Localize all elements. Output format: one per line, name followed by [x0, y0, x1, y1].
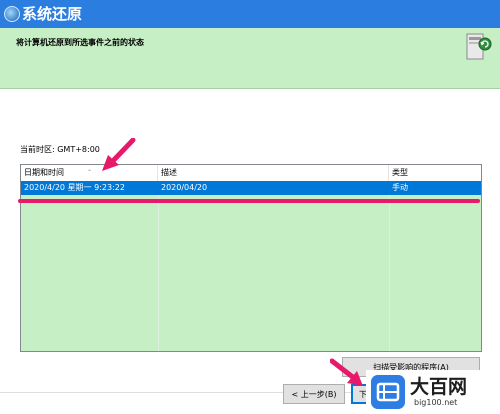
restore-points-table[interactable]: 日期和时间 ⌄ 描述 类型 2020/4/20 星期一 9:23:22 2020… [20, 164, 482, 352]
watermark-logo-icon [371, 375, 405, 409]
system-restore-icon [4, 6, 20, 22]
table-row[interactable]: 2020/4/20 星期一 9:23:22 2020/04/20 手动 [21, 181, 481, 195]
column-header-type[interactable]: 类型 [389, 165, 481, 181]
cell-datetime: 2020/4/20 星期一 9:23:22 [24, 183, 125, 192]
column-header-datetime[interactable]: 日期和时间 ⌄ [21, 165, 158, 181]
header-instruction: 将计算机还原到所选事件之前的状态 [16, 38, 144, 47]
annotation-arrow-icon [102, 138, 136, 171]
cell-type: 手动 [392, 183, 408, 192]
watermark: 大百网 big100.net [366, 370, 500, 414]
column-divider [158, 195, 159, 351]
column-header-description[interactable]: 描述 [158, 165, 389, 181]
timezone-label: 当前时区: GMT+8:00 [20, 145, 100, 154]
title-bar: 系统还原 [0, 0, 500, 28]
watermark-url: big100.net [414, 398, 458, 407]
computer-restore-icon [466, 33, 492, 60]
dialog-header: 将计算机还原到所选事件之前的状态 [0, 28, 500, 89]
dialog-window: 将计算机还原到所选事件之前的状态 当前时区: GMT+8:00 日期和时间 ⌄ … [0, 28, 500, 414]
cell-description: 2020/04/20 [161, 183, 208, 192]
next-arrow-icon [330, 358, 363, 386]
sort-caret-icon: ⌄ [87, 166, 93, 173]
watermark-name: 大百网 [410, 376, 468, 398]
column-divider [389, 195, 390, 351]
window-title: 系统还原 [22, 5, 83, 23]
highlight-underline [18, 199, 480, 203]
table-header: 日期和时间 ⌄ 描述 类型 [21, 165, 481, 182]
